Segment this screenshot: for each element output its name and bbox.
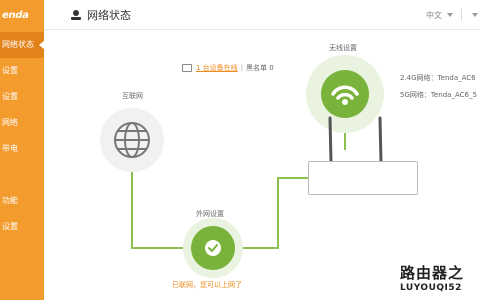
wan-status-text: 已联网，您可以上网了 [172,281,242,289]
router-device [308,161,418,195]
wan-settings-button[interactable] [191,226,235,270]
watermark-cn: 路由器之 [400,264,465,282]
watermark: 路由器之 LUYOUQI52 [400,262,480,293]
watermark-en: LUYOUQI52 [400,283,462,293]
check-icon [205,240,221,256]
